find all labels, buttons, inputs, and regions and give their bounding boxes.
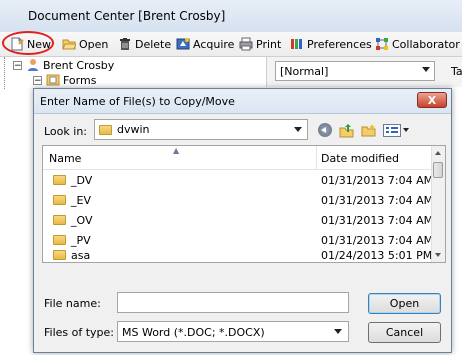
trash-icon bbox=[118, 37, 132, 51]
forms-icon bbox=[46, 73, 60, 87]
dialog-nav-toolbar bbox=[318, 120, 409, 140]
editor-format-bar: [Normal] Ta bbox=[266, 57, 462, 87]
look-in-combo[interactable]: dvwin bbox=[94, 119, 308, 140]
dialog-title-bar: Enter Name of File(s) to Copy/Move X bbox=[34, 89, 451, 114]
vertical-scrollbar[interactable] bbox=[431, 146, 445, 262]
delete-button[interactable]: Delete bbox=[118, 35, 171, 53]
cancel-button[interactable]: Cancel bbox=[368, 322, 441, 343]
app-title-bar: Document Center [Brent Crosby] bbox=[0, 0, 462, 33]
back-icon[interactable] bbox=[318, 123, 332, 137]
copy-move-dialog: Enter Name of File(s) to Copy/Move X Loo… bbox=[33, 88, 452, 353]
folder-icon bbox=[53, 175, 66, 185]
sort-ascending-icon: ▲ bbox=[173, 146, 180, 155]
acquire-icon bbox=[176, 37, 190, 51]
scroll-thumb[interactable] bbox=[433, 162, 443, 178]
new-button-highlight bbox=[2, 31, 54, 55]
collaborator-icon bbox=[375, 37, 389, 51]
look-in-label: Look in: bbox=[44, 125, 87, 138]
printer-icon bbox=[239, 37, 253, 51]
views-icon[interactable] bbox=[383, 123, 401, 137]
column-header-name[interactable]: Name bbox=[49, 152, 81, 165]
folder-icon bbox=[99, 124, 112, 135]
truncated-label: Ta bbox=[451, 65, 462, 78]
style-combo[interactable]: [Normal] bbox=[275, 61, 435, 81]
tree-item-forms[interactable]: − Forms bbox=[33, 73, 96, 87]
folder-icon bbox=[53, 250, 66, 260]
file-row[interactable]: _OV 01/31/2013 7:04 AM bbox=[43, 210, 434, 230]
files-of-type-label: Files of type: bbox=[44, 326, 115, 339]
preferences-icon bbox=[290, 37, 304, 51]
up-folder-icon[interactable] bbox=[339, 123, 354, 138]
scroll-up-icon[interactable] bbox=[435, 151, 441, 155]
file-list-header: Name ▲ Date modified bbox=[43, 146, 434, 170]
file-row[interactable]: asa 01/24/2013 5:01 PM bbox=[43, 248, 434, 262]
file-row[interactable]: _EV 01/31/2013 7:04 AM bbox=[43, 190, 434, 210]
folder-icon bbox=[53, 215, 66, 225]
collaborator-button[interactable]: Collaborator bbox=[375, 35, 460, 53]
column-header-date[interactable]: Date modified bbox=[321, 152, 399, 165]
collapse-icon[interactable]: − bbox=[13, 60, 22, 70]
chevron-down-icon bbox=[294, 127, 302, 132]
file-name-input[interactable] bbox=[117, 292, 349, 313]
app-title: Document Center [Brent Crosby] bbox=[28, 9, 226, 23]
column-divider[interactable] bbox=[316, 146, 317, 169]
user-icon bbox=[26, 58, 40, 72]
chevron-down-icon bbox=[334, 329, 342, 334]
file-list[interactable]: Name ▲ Date modified _DV 01/31/2013 7:04… bbox=[42, 145, 446, 263]
files-of-type-combo[interactable]: MS Word (*.DOC; *.DOCX) bbox=[117, 321, 349, 342]
chevron-down-icon bbox=[422, 67, 430, 72]
dialog-title: Enter Name of File(s) to Copy/Move bbox=[40, 95, 235, 108]
tree-connector bbox=[4, 57, 6, 89]
scroll-down-icon[interactable] bbox=[435, 253, 441, 257]
preferences-button[interactable]: Preferences bbox=[290, 35, 372, 53]
acquire-button[interactable]: Acquire bbox=[176, 35, 234, 53]
new-folder-icon[interactable] bbox=[361, 123, 376, 137]
close-button[interactable]: X bbox=[417, 92, 447, 108]
collapse-icon[interactable]: − bbox=[33, 75, 42, 85]
chevron-down-icon[interactable] bbox=[403, 128, 409, 132]
open-button[interactable]: Open bbox=[62, 35, 108, 53]
open-button[interactable]: Open bbox=[368, 293, 441, 314]
open-folder-icon bbox=[62, 37, 77, 51]
file-name-label: File name: bbox=[44, 297, 101, 310]
main-toolbar: New Open Delete Acquire Print Preference… bbox=[0, 32, 462, 57]
file-row[interactable]: _DV 01/31/2013 7:04 AM bbox=[43, 170, 434, 190]
tree-item-brent-crosby[interactable]: − Brent Crosby bbox=[13, 58, 114, 72]
folder-icon bbox=[53, 195, 66, 205]
print-button[interactable]: Print bbox=[239, 35, 281, 53]
file-row[interactable]: _PV 01/31/2013 7:04 AM bbox=[43, 230, 434, 250]
folder-icon bbox=[53, 235, 66, 245]
